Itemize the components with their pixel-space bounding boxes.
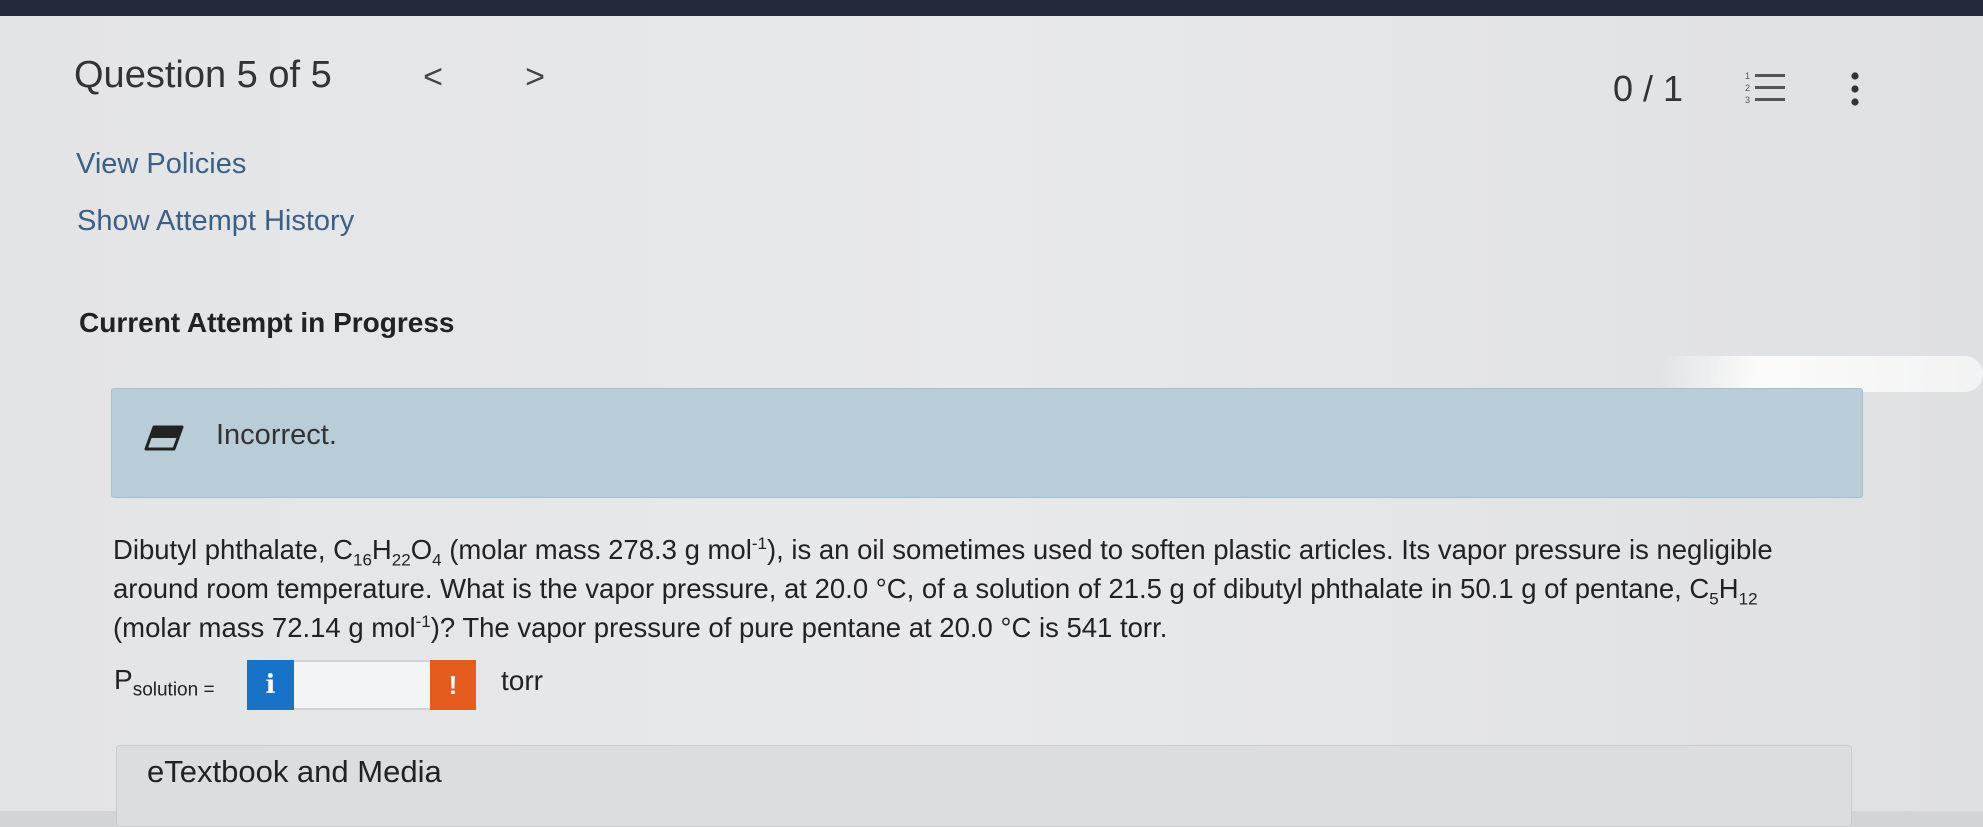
incorrect-feedback-banner: Incorrect.	[111, 388, 1863, 498]
score-display: 0 / 1	[1613, 68, 1684, 109]
formula-subscript: 22	[391, 550, 411, 570]
question-text-part: ), is an oil sometimes used to soften pl…	[113, 534, 1773, 604]
eraser-icon	[142, 421, 186, 457]
formula-subscript: 5	[1709, 589, 1719, 609]
question-text-part: O	[410, 534, 433, 565]
screen-glare	[1660, 356, 1983, 392]
answer-input[interactable]	[294, 660, 442, 710]
more-vertical-icon[interactable]	[1847, 70, 1863, 110]
question-text-part: )? The vapor pressure of pure pentane at…	[430, 612, 1168, 643]
feedback-text: Incorrect.	[216, 419, 337, 451]
top-bar	[0, 0, 1983, 16]
show-attempt-history-link[interactable]: Show Attempt History	[77, 205, 354, 238]
formula-subscript: 12	[1738, 589, 1758, 609]
unit-superscript: -1	[751, 533, 767, 553]
formula-subscript: 16	[353, 550, 372, 570]
question-text-part: H	[371, 534, 392, 565]
question-text-part: Dibutyl phthalate, C	[113, 534, 353, 565]
numbered-list-icon[interactable]: 1 2 3	[1745, 70, 1787, 106]
answer-label: Psolution =	[114, 664, 215, 702]
next-question-button[interactable]: >	[520, 58, 550, 97]
answer-unit: torr	[501, 665, 543, 696]
attempt-status-heading: Current Attempt in Progress	[79, 307, 455, 338]
question-text-part: (molar mass 72.14 g mol	[113, 612, 416, 643]
etextbook-media-panel[interactable]: eTextbook and Media	[116, 745, 1852, 827]
warning-button[interactable]: !	[430, 660, 476, 710]
answer-label-subscript: solution =	[132, 679, 215, 701]
previous-question-button[interactable]: <	[418, 58, 448, 97]
svg-text:1: 1	[1745, 71, 1750, 81]
svg-text:3: 3	[1745, 95, 1750, 105]
question-text-part: (molar mass 278.3 g mol	[441, 534, 752, 565]
formula-subscript: 4	[432, 550, 442, 570]
answer-label-main: P	[114, 664, 133, 695]
etextbook-media-label: eTextbook and Media	[147, 754, 442, 789]
question-text-part: H	[1718, 573, 1739, 604]
question-text: Dibutyl phthalate, C16H22O4 (molar mass …	[113, 530, 1833, 647]
view-policies-link[interactable]: View Policies	[76, 148, 246, 181]
svg-text:2: 2	[1745, 83, 1750, 93]
unit-superscript: -1	[415, 611, 431, 631]
question-counter: Question 5 of 5	[74, 54, 332, 96]
info-button[interactable]: i	[247, 660, 294, 710]
